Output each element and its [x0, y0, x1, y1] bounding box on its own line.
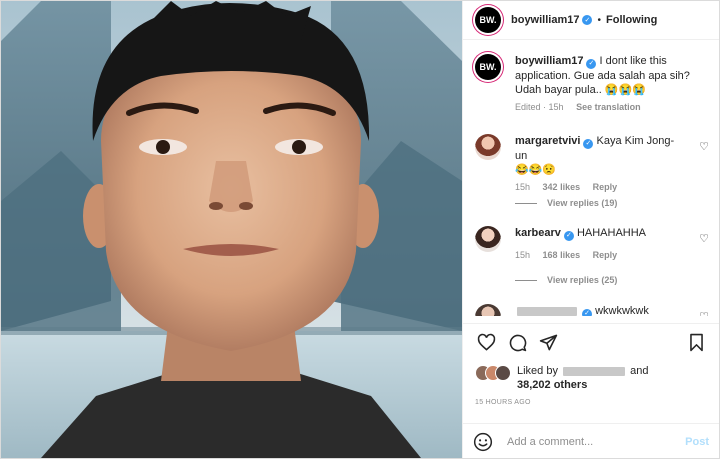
caption-edited-time: Edited · 15h: [515, 102, 564, 112]
action-bar: [463, 323, 719, 360]
redacted-liker-name: [563, 366, 626, 376]
author-username[interactable]: boywilliam17: [511, 14, 579, 26]
add-comment-bar: Post: [463, 423, 719, 460]
comment-item: karbearv ✓ HAHAHAHHA 15h 168 likes Reply …: [475, 226, 709, 260]
comment-like-heart-icon[interactable]: ♡: [699, 310, 709, 316]
comment-text: HAHAHAHHA: [576, 227, 647, 239]
caption-author-avatar[interactable]: BW.: [475, 54, 501, 80]
following-button[interactable]: Following: [606, 14, 657, 26]
caption-emojis: 😭😭😭: [604, 84, 646, 96]
comment-likes[interactable]: 168 likes: [543, 250, 581, 260]
commenter-avatar[interactable]: [475, 134, 501, 160]
post-side-panel: BW. boywilliam17 ✓ • Following ••• BW. b…: [462, 1, 719, 458]
liked-by-label: Liked by: [517, 365, 558, 377]
comment-item: ✓ wkwkwkwk ♡: [475, 304, 709, 316]
separator-dot: •: [597, 14, 601, 26]
comment-like-heart-icon[interactable]: ♡: [699, 140, 709, 153]
bookmark-icon: [689, 333, 703, 351]
comment-button[interactable]: [504, 329, 530, 355]
verified-badge-icon: ✓: [586, 59, 597, 69]
likes-summary: Liked by and 38,202 others: [475, 361, 709, 395]
author-avatar[interactable]: BW.: [475, 7, 501, 33]
instagram-post: BW. boywilliam17 ✓ • Following ••• BW. b…: [0, 0, 720, 459]
caption-username[interactable]: boywilliam17: [515, 55, 583, 67]
comment-time: 15h: [515, 182, 531, 192]
verified-badge-icon: ✓: [582, 309, 592, 316]
comments-list[interactable]: BW. boywilliam17 ✓ I dont like this appli…: [463, 40, 719, 316]
liker-avatars[interactable]: [475, 365, 515, 381]
redacted-username: [517, 306, 577, 316]
comment-item: margaretvivi ✓ Kaya Kim Jong-un 😂😂😟 15h 3…: [475, 134, 709, 192]
comment-username[interactable]: karbearv: [515, 227, 561, 239]
save-button[interactable]: [683, 329, 709, 355]
post-comment-button[interactable]: Post: [685, 436, 709, 448]
commenter-avatar[interactable]: [475, 226, 501, 252]
view-replies-button[interactable]: View replies (19): [515, 198, 617, 208]
comment-input[interactable]: [505, 435, 686, 449]
comment-text: wkwkwkwk: [595, 305, 649, 316]
reply-button[interactable]: Reply: [593, 182, 618, 192]
share-icon: [539, 334, 557, 350]
view-replies-button[interactable]: View replies (25): [515, 275, 617, 285]
verified-badge-icon: ✓: [563, 231, 574, 241]
post-image[interactable]: [1, 1, 462, 458]
post-header: BW. boywilliam17 ✓ • Following •••: [463, 1, 719, 40]
comment-emojis: 😂😂😟: [515, 164, 557, 176]
reply-button[interactable]: Reply: [593, 250, 618, 260]
caption: BW. boywilliam17 ✓ I dont like this appli…: [475, 54, 709, 112]
comment-like-heart-icon[interactable]: ♡: [699, 232, 709, 245]
comment-icon: [509, 334, 526, 351]
comment-username[interactable]: margaretvivi: [515, 135, 580, 147]
emoji-icon[interactable]: [473, 432, 493, 452]
comment-likes[interactable]: 342 likes: [543, 182, 581, 192]
like-button[interactable]: [473, 329, 499, 355]
see-translation-link[interactable]: See translation: [576, 102, 641, 112]
portrait-illustration: [1, 1, 462, 458]
liker-avatar: [495, 365, 511, 381]
verified-badge-icon: ✓: [583, 139, 594, 149]
likes-others-count[interactable]: 38,202 others: [517, 379, 587, 391]
verified-badge-icon: ✓: [582, 15, 593, 25]
comment-time: 15h: [515, 250, 531, 260]
heart-icon: [477, 333, 495, 351]
liked-and-label: and: [630, 365, 649, 377]
share-button[interactable]: [535, 329, 561, 355]
post-timestamp[interactable]: 15 HOURS AGO: [475, 399, 531, 406]
commenter-avatar[interactable]: [475, 304, 501, 316]
